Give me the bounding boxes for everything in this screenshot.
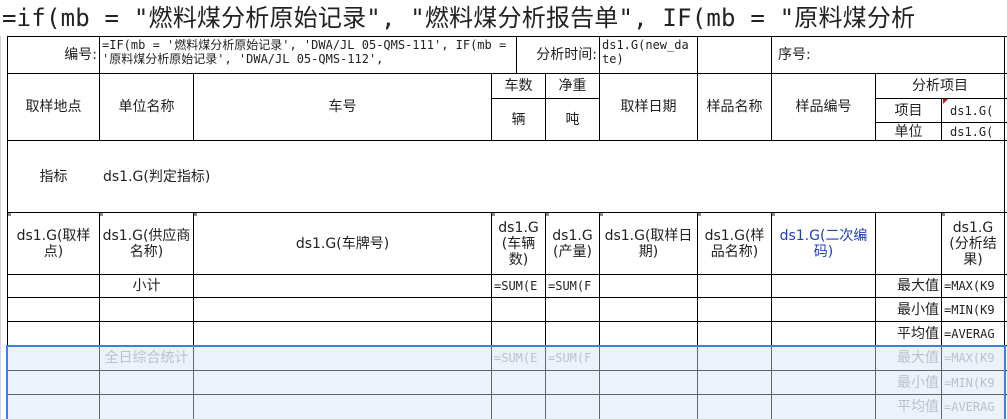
selected-range[interactable] (6, 345, 1006, 419)
header-car-count[interactable]: 车数 (492, 74, 545, 98)
subtotal-sum-e[interactable]: =SUM(E (492, 275, 545, 297)
data-secondary-code[interactable]: ds1.G(二次编码) (772, 213, 875, 274)
data-supplier[interactable]: ds1.G(供应商名称) (100, 213, 193, 274)
subtotal-max-label[interactable]: 最大值 (876, 275, 941, 297)
serial-label[interactable]: 序号: (772, 37, 1004, 73)
data-sample-name[interactable]: ds1.G(样品名称) (698, 213, 771, 274)
expand-marker-icon (546, 213, 549, 216)
expand-marker-icon (492, 213, 495, 216)
data-plate[interactable]: ds1.G(车牌号) (194, 213, 491, 274)
bianhao-formula-cell[interactable]: =IF(mb = '燃料煤分析原始记录', 'DWA/JL 05-QMS-111… (100, 38, 516, 73)
subtotal-min-label[interactable]: 最小值 (876, 298, 941, 321)
header-item-label[interactable]: 项目 (876, 99, 941, 122)
expand-marker-icon (8, 213, 11, 216)
expand-marker-icon (600, 213, 603, 216)
header-net-weight[interactable]: 净重 (546, 74, 599, 98)
data-empty-cell[interactable] (876, 213, 941, 274)
empty-info-cell[interactable] (698, 37, 771, 73)
header-unit-name[interactable]: 单位名称 (100, 74, 193, 140)
indicator-label[interactable]: 指标 (8, 141, 99, 212)
header-analysis-items[interactable]: 分析项目 (876, 74, 1004, 98)
data-sampling-point[interactable]: ds1.G(取样点) (8, 213, 99, 274)
bianhao-label[interactable]: 编号: (8, 37, 99, 73)
indicator-value[interactable]: ds1.G(判定指标) (100, 141, 1004, 212)
expand-marker-icon (100, 213, 103, 216)
analysis-time-label[interactable]: 分析时间: (517, 37, 599, 73)
subtotal-label[interactable]: 小计 (100, 275, 193, 297)
analysis-time-value[interactable]: ds1.G(new_date) (600, 38, 697, 73)
data-output[interactable]: ds1.G(产量) (546, 213, 599, 274)
sheet-title-formula[interactable]: =if(mb = "燃料煤分析原始记录", "燃料煤分析报告单", IF(mb … (2, 3, 915, 33)
spreadsheet-sheet: =if(mb = "燃料煤分析原始记录", "燃料煤分析报告单", IF(mb … (0, 0, 1007, 419)
header-sampling-date[interactable]: 取样日期 (600, 74, 697, 140)
header-car-count-unit[interactable]: 辆 (492, 99, 545, 140)
subtotal-max-formula[interactable]: =MAX(K9 (942, 275, 1004, 297)
data-sampling-date[interactable]: ds1.G(取样日期) (600, 213, 697, 274)
header-car-number[interactable]: 车号 (194, 74, 491, 140)
header-unit-label[interactable]: 单位 (876, 123, 941, 140)
header-sample-name[interactable]: 样品名称 (698, 74, 771, 140)
header-unit-value[interactable]: ds1.G( (942, 123, 1004, 140)
header-sample-code[interactable]: 样品编号 (772, 74, 875, 140)
subtotal-avg-formula[interactable]: =AVERAG (942, 322, 1004, 345)
expand-marker-icon (942, 213, 945, 216)
expand-marker-icon (194, 213, 197, 216)
header-net-weight-unit[interactable]: 吨 (546, 99, 599, 140)
subtotal-min-formula[interactable]: =MIN(K9 (942, 298, 1004, 321)
header-item-value[interactable]: ds1.G( (942, 99, 1004, 122)
header-sampling-location[interactable]: 取样地点 (8, 74, 99, 140)
data-result[interactable]: ds1.G(分析结果) (942, 213, 1004, 274)
subtotal-avg-label[interactable]: 平均值 (876, 322, 941, 345)
data-vehicle-count[interactable]: ds1.G(车辆数) (492, 213, 545, 274)
subtotal-sum-f[interactable]: =SUM(F (546, 275, 599, 297)
expand-marker-icon (772, 213, 775, 216)
comment-marker-icon (943, 99, 948, 104)
expand-marker-icon (698, 213, 701, 216)
